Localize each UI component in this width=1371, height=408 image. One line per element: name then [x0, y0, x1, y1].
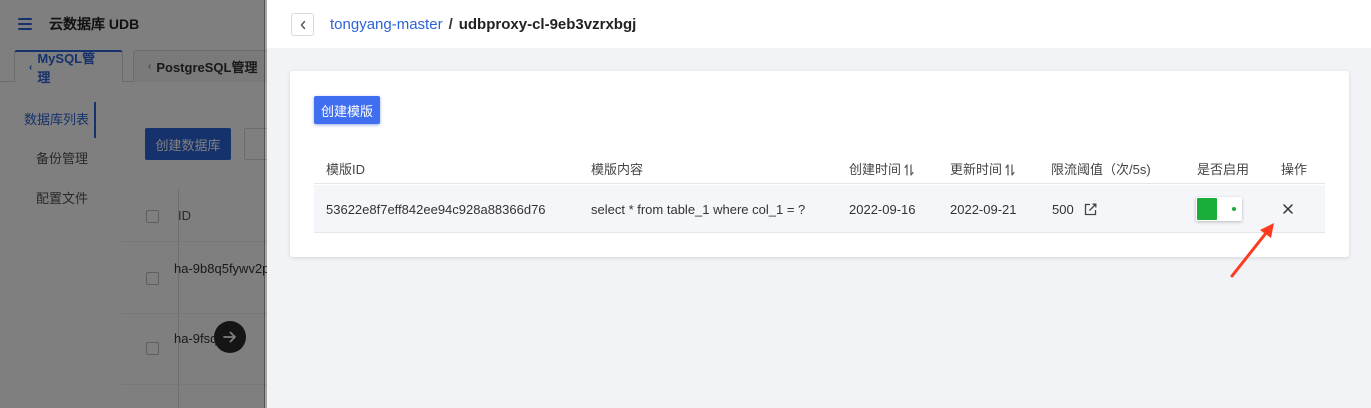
close-icon [1283, 204, 1293, 214]
template-drawer: tongyang-master / udbproxy-cl-9eb3vzrxbg… [267, 0, 1371, 408]
toggle-on-segment [1197, 198, 1217, 220]
column-header-template-id: 模版ID [326, 161, 366, 177]
column-header-label: 更新时间 [950, 161, 1003, 177]
edit-icon[interactable] [1084, 203, 1097, 216]
created-at: 2022-09-16 [849, 201, 916, 217]
annotation-arrow-icon [1230, 223, 1274, 278]
chevron-left-icon [300, 20, 305, 29]
template-card: 创建模版 模版ID 模版内容 创建时间 更新时间 限流阈值（次/5s) 是否启用… [290, 71, 1349, 257]
column-header-created-at[interactable]: 创建时间 [849, 148, 914, 184]
back-button[interactable] [291, 13, 314, 36]
column-header-action: 操作 [1281, 161, 1308, 177]
breadcrumb-current: udbproxy-cl-9eb3vzrxbgj [458, 15, 637, 33]
toggle-indicator-dot [1232, 207, 1236, 211]
table-header: 模版ID 模版内容 创建时间 更新时间 限流阈值（次/5s) 是否启用 操作 [314, 148, 1325, 184]
breadcrumb-separator: / [448, 15, 453, 33]
rate-limit-value: 500 [1052, 201, 1074, 217]
column-header-enabled: 是否启用 [1197, 161, 1250, 177]
create-template-button[interactable]: 创建模版 [314, 96, 380, 124]
column-header-template-content: 模版内容 [591, 161, 644, 177]
breadcrumb-parent-link[interactable]: tongyang-master [330, 16, 443, 33]
updated-at: 2022-09-21 [950, 201, 1017, 217]
sort-icon[interactable] [1005, 163, 1015, 176]
delete-template-button[interactable] [1280, 201, 1296, 217]
template-content: select * from table_1 where col_1 = ? [591, 201, 806, 217]
breadcrumb: tongyang-master / udbproxy-cl-9eb3vzrxbg… [330, 0, 636, 48]
rate-limit-cell: 500 [1052, 185, 1097, 233]
modal-overlay[interactable] [0, 0, 265, 408]
column-header-rate-limit: 限流阈值（次/5s) [1051, 161, 1151, 177]
column-header-label: 创建时间 [849, 161, 902, 177]
drawer-header: tongyang-master / udbproxy-cl-9eb3vzrxbg… [267, 0, 1371, 48]
template-id: 53622e8f7eff842ee94c928a88366d76 [326, 201, 546, 217]
column-header-updated-at[interactable]: 更新时间 [950, 148, 1015, 184]
sort-icon[interactable] [904, 163, 914, 176]
table-row: 53622e8f7eff842ee94c928a88366d76 select … [314, 185, 1325, 233]
